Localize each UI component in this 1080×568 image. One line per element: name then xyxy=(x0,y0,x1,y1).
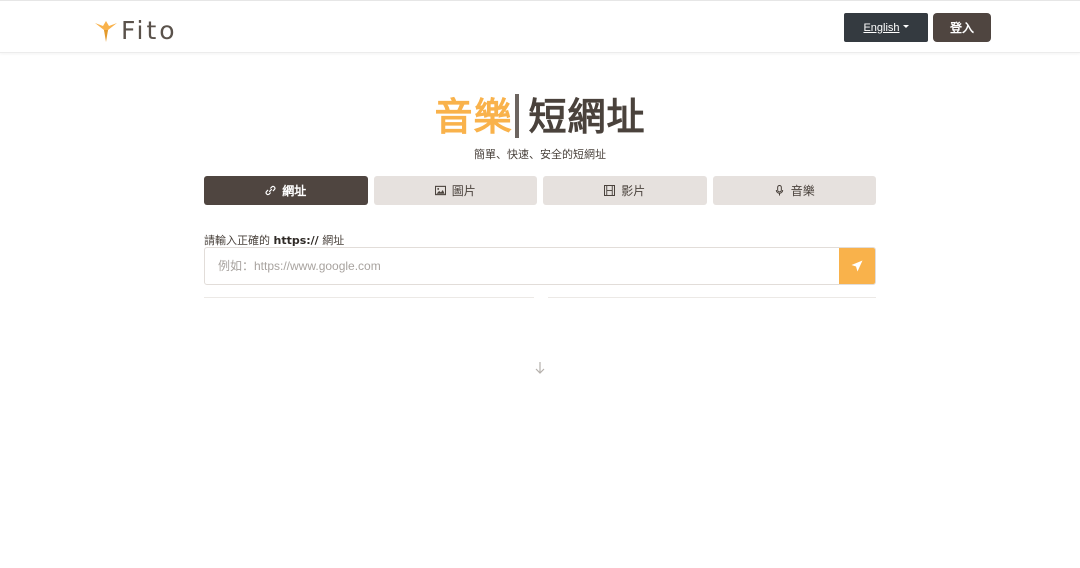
send-icon xyxy=(851,260,863,272)
label-suffix: 網址 xyxy=(322,234,345,247)
tab-label: 圖片 xyxy=(451,184,476,198)
tab-url[interactable]: 網址 xyxy=(204,176,368,205)
bird-logo-icon xyxy=(95,21,117,42)
brand-name: Fito xyxy=(121,16,178,45)
type-tabs: 網址 圖片 影片 音樂 xyxy=(204,176,876,205)
label-prefix: 請輸入正確的 xyxy=(204,234,270,247)
url-field-label: 請輸入正確的 https:// 網址 xyxy=(204,232,344,248)
tab-label: 影片 xyxy=(621,184,646,198)
divider xyxy=(204,297,534,298)
hero-title-main: 短網址 xyxy=(528,95,646,139)
url-input[interactable] xyxy=(205,248,839,284)
film-icon xyxy=(604,185,616,196)
language-dropdown-button[interactable]: English xyxy=(844,13,928,42)
navbar: Fito English 登入 xyxy=(0,0,1080,53)
divider xyxy=(548,297,876,298)
tab-label: 音樂 xyxy=(790,184,815,198)
login-button[interactable]: 登入 xyxy=(933,13,991,42)
brand-logo[interactable]: Fito xyxy=(93,17,178,45)
url-input-group xyxy=(204,247,876,285)
typing-cursor xyxy=(514,93,519,138)
tab-music[interactable]: 音樂 xyxy=(712,176,876,205)
tab-image[interactable]: 圖片 xyxy=(373,176,537,205)
image-icon xyxy=(434,185,446,196)
tab-label: 網址 xyxy=(282,184,307,198)
arrow-down-icon[interactable] xyxy=(534,361,546,375)
tab-video[interactable]: 影片 xyxy=(543,176,707,205)
hero-title-accent: 音樂 xyxy=(434,95,513,139)
caret-down-icon xyxy=(902,25,909,28)
hero-title: 音樂 短網址 xyxy=(0,92,1080,142)
label-protocol: https:// xyxy=(273,234,319,247)
microphone-icon xyxy=(775,185,783,196)
language-label: English xyxy=(863,21,900,34)
link-icon xyxy=(265,185,276,196)
submit-button[interactable] xyxy=(839,248,875,284)
hero-subtitle: 簡單、快速、安全的短網址 xyxy=(474,148,606,161)
